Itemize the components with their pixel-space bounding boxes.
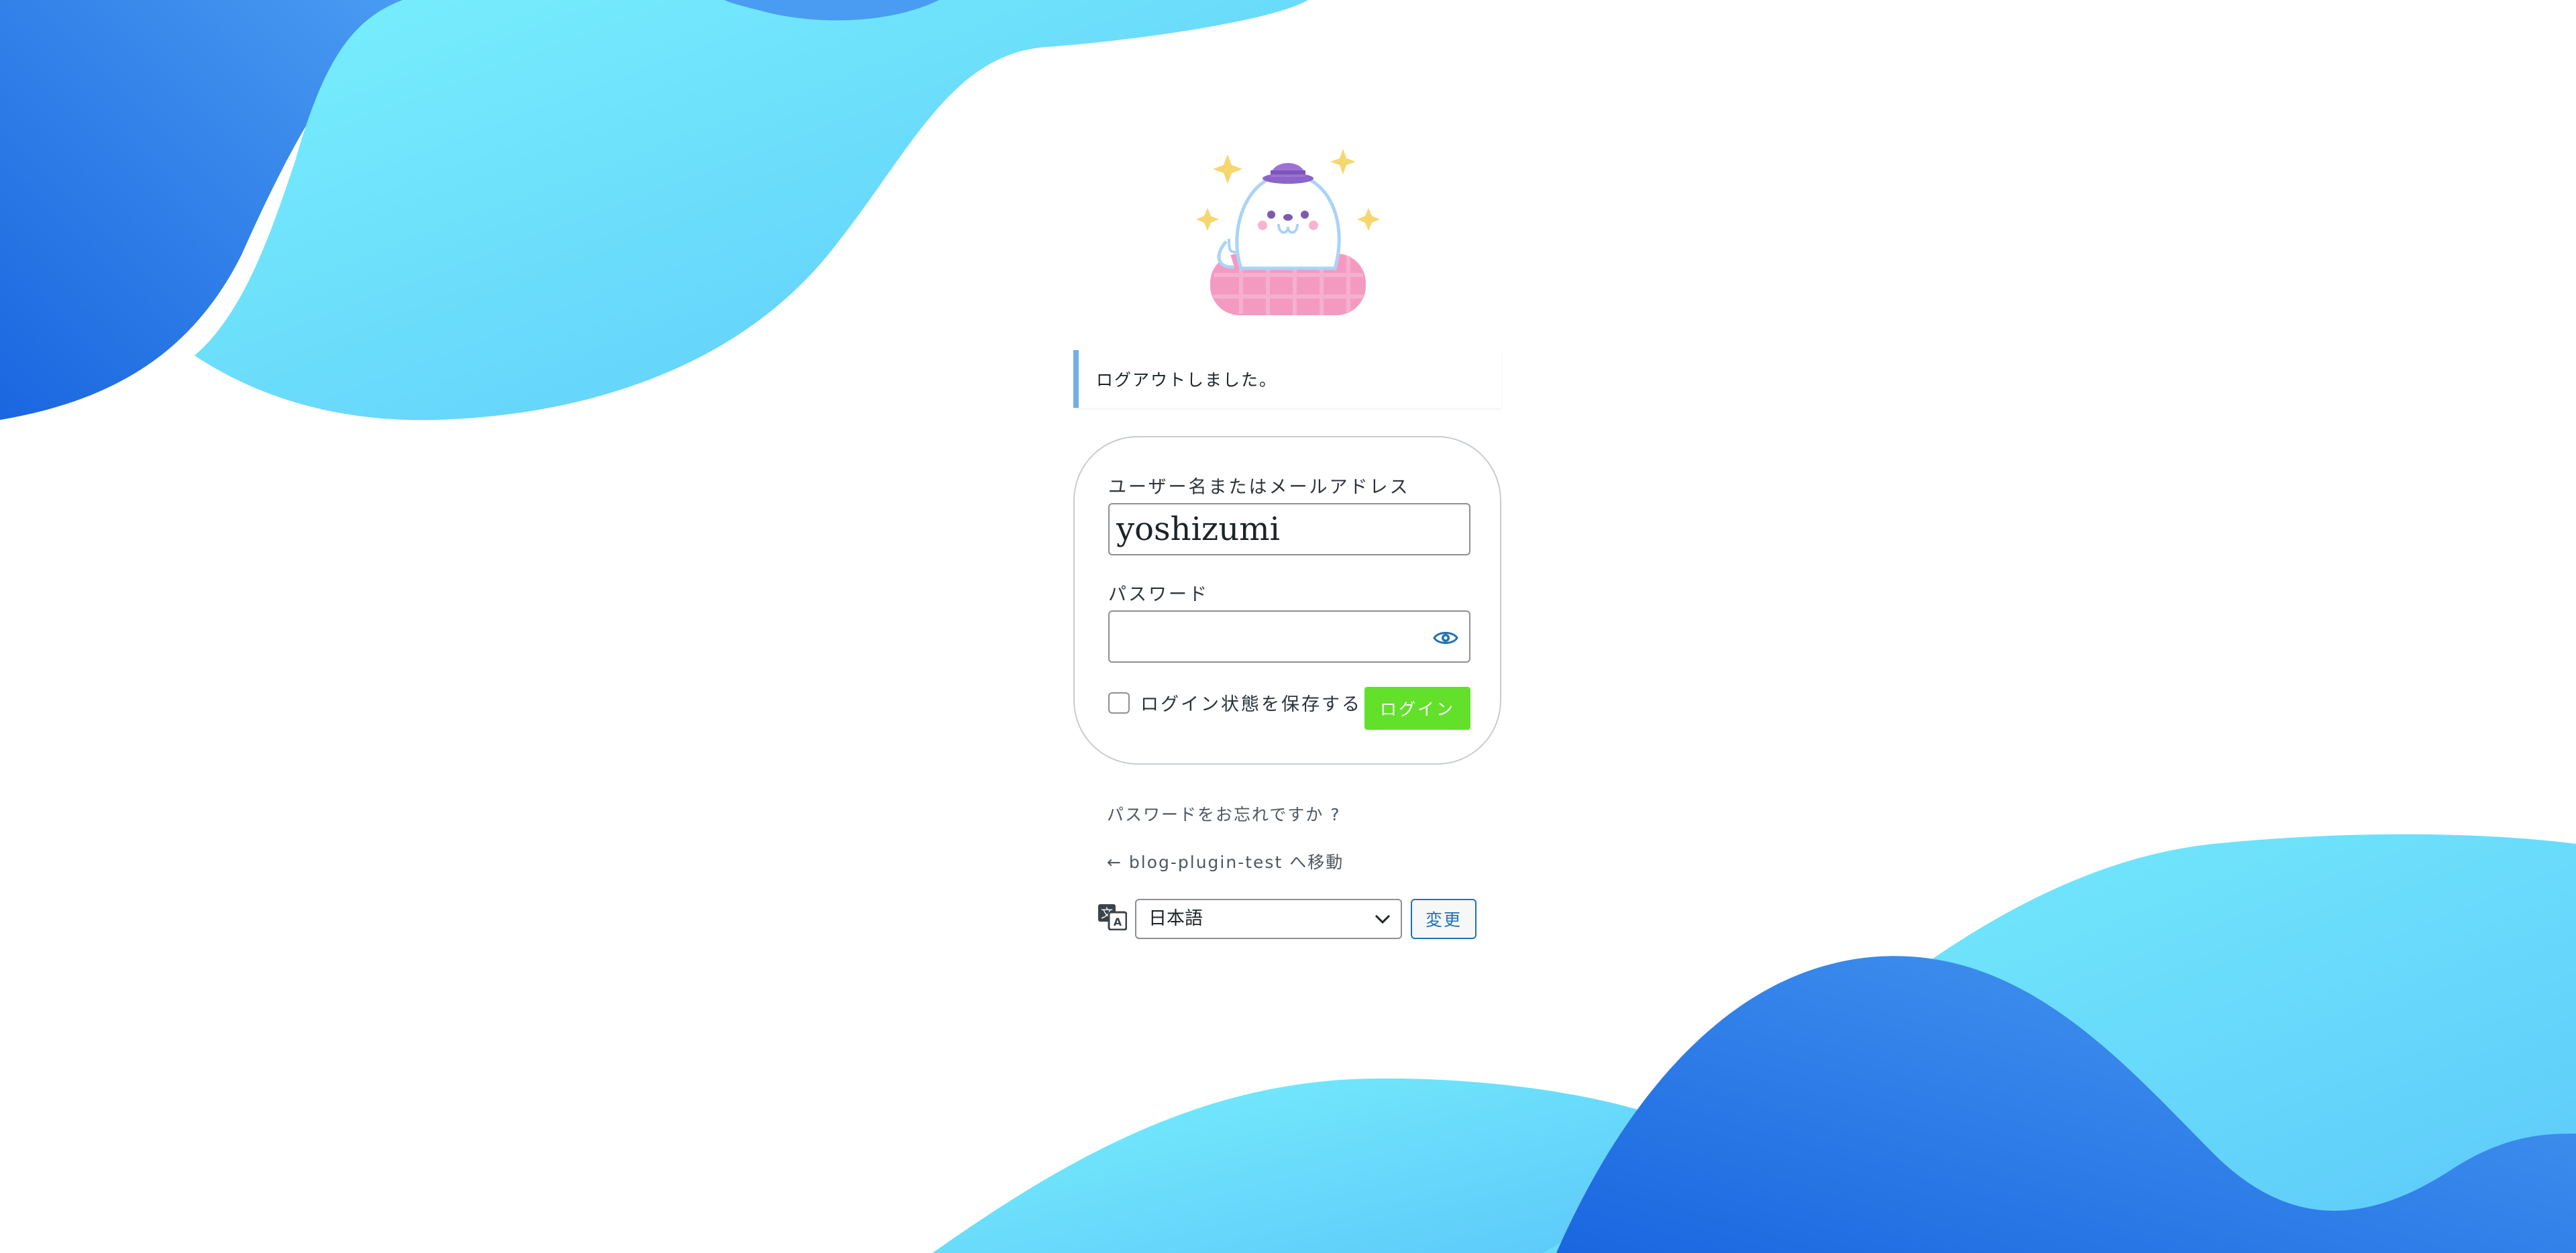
- site-logo[interactable]: [1187, 141, 1389, 315]
- language-select[interactable]: 日本語: [1135, 899, 1402, 939]
- remember-me[interactable]: ログイン状態を保存する: [1108, 690, 1362, 716]
- translate-icon: 文 A: [1098, 904, 1127, 930]
- password-label: パスワード: [1108, 584, 1209, 605]
- svg-text:A: A: [1114, 916, 1122, 928]
- language-selected: 日本語: [1148, 908, 1203, 929]
- remember-me-checkbox[interactable]: [1108, 692, 1130, 714]
- login-button[interactable]: ログイン: [1364, 687, 1470, 730]
- remember-me-label[interactable]: ログイン状態を保存する: [1140, 690, 1362, 716]
- show-password-button[interactable]: [1432, 624, 1460, 652]
- wave-bottom-light: [932, 1078, 1650, 1253]
- lost-password-link[interactable]: パスワードをお忘れですか ?: [1107, 802, 1340, 826]
- eye-icon: [1433, 632, 1458, 644]
- back-to-site-link[interactable]: ← blog-plugin-test へ移動: [1107, 849, 1344, 873]
- change-language-button[interactable]: 変更: [1411, 899, 1477, 939]
- username-input[interactable]: yoshizumi: [1108, 503, 1470, 555]
- login-page: ログアウトしました。 ユーザー名またはメールアドレス yoshizumi パスワ…: [0, 0, 2576, 1253]
- login-form: ユーザー名またはメールアドレス yoshizumi パスワード ログイン状態を保…: [1073, 436, 1501, 765]
- chevron-down-icon: [1375, 914, 1391, 924]
- password-input[interactable]: [1108, 610, 1470, 663]
- logout-notice: ログアウトしました。: [1073, 350, 1501, 408]
- username-label: ユーザー名またはメールアドレス: [1108, 477, 1410, 498]
- notice-message: ログアウトしました。: [1096, 370, 1278, 390]
